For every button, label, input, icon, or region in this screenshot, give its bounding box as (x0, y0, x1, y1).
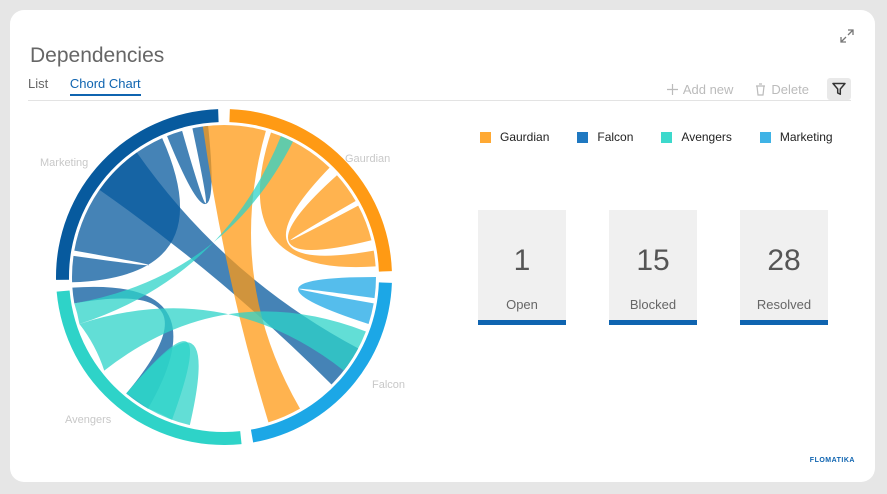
chord-group-label: Marketing (40, 157, 88, 169)
legend-item[interactable]: Avengers (661, 130, 732, 144)
legend-item[interactable]: Falcon (577, 130, 633, 144)
toolbar: Add new Delete (645, 78, 851, 100)
legend-swatch (661, 131, 673, 143)
add-new-button[interactable]: Add new (666, 81, 734, 97)
chord-group-label: Gaurdian (345, 153, 390, 165)
stat-label: Resolved (756, 297, 812, 312)
chord-chart-svg: Gaurdian Falcon Avengers Marketing (40, 109, 405, 445)
legend-label: Marketing (779, 130, 833, 144)
stats-row: 1 Open 15 Blocked 28 Resolved (478, 210, 871, 325)
chord-chart: Gaurdian Falcon Avengers Marketing (10, 100, 450, 482)
filter-icon (832, 82, 846, 95)
plus-icon (666, 83, 678, 95)
chord-group-label: Avengers (65, 414, 112, 426)
stat-card[interactable]: 15 Blocked (609, 210, 697, 325)
stat-value: 28 (767, 244, 801, 277)
dependencies-card: Dependencies List Chord Chart Add new De… (10, 10, 875, 482)
legend-swatch (480, 131, 491, 143)
filter-button[interactable] (827, 78, 851, 100)
delete-button[interactable]: Delete (755, 82, 809, 97)
tab-chord-chart[interactable]: Chord Chart (69, 76, 141, 96)
add-new-label: Add new (682, 81, 734, 97)
delete-label: Delete (771, 81, 809, 97)
brand-logo: FLOMATIKA (809, 457, 855, 464)
stat-card[interactable]: 1 Open (478, 210, 566, 325)
legend-label: Falcon (597, 130, 634, 144)
chord-group-label: Falcon (372, 379, 405, 391)
trash-icon (756, 82, 766, 96)
stat-label: Open (506, 297, 538, 312)
view-tabs: List Chord Chart (28, 76, 159, 96)
legend-swatch (759, 131, 771, 143)
legend-item[interactable]: Marketing (759, 130, 833, 144)
stat-value: 15 (636, 244, 670, 277)
stat-card[interactable]: 28 Resolved (740, 210, 828, 325)
tab-list[interactable]: List (28, 76, 48, 94)
legend-label: Avengers (681, 130, 732, 144)
legend-swatch (577, 131, 589, 143)
page-title: Dependencies (30, 44, 165, 68)
expand-icon[interactable] (839, 28, 855, 44)
chart-legend: Gaurdian Falcon Avengers Marketing (480, 130, 861, 144)
legend-item[interactable]: Gaurdian (480, 130, 549, 144)
legend-label: Gaurdian (500, 130, 550, 144)
stat-label: Blocked (629, 297, 677, 312)
stat-value: 1 (513, 244, 531, 277)
